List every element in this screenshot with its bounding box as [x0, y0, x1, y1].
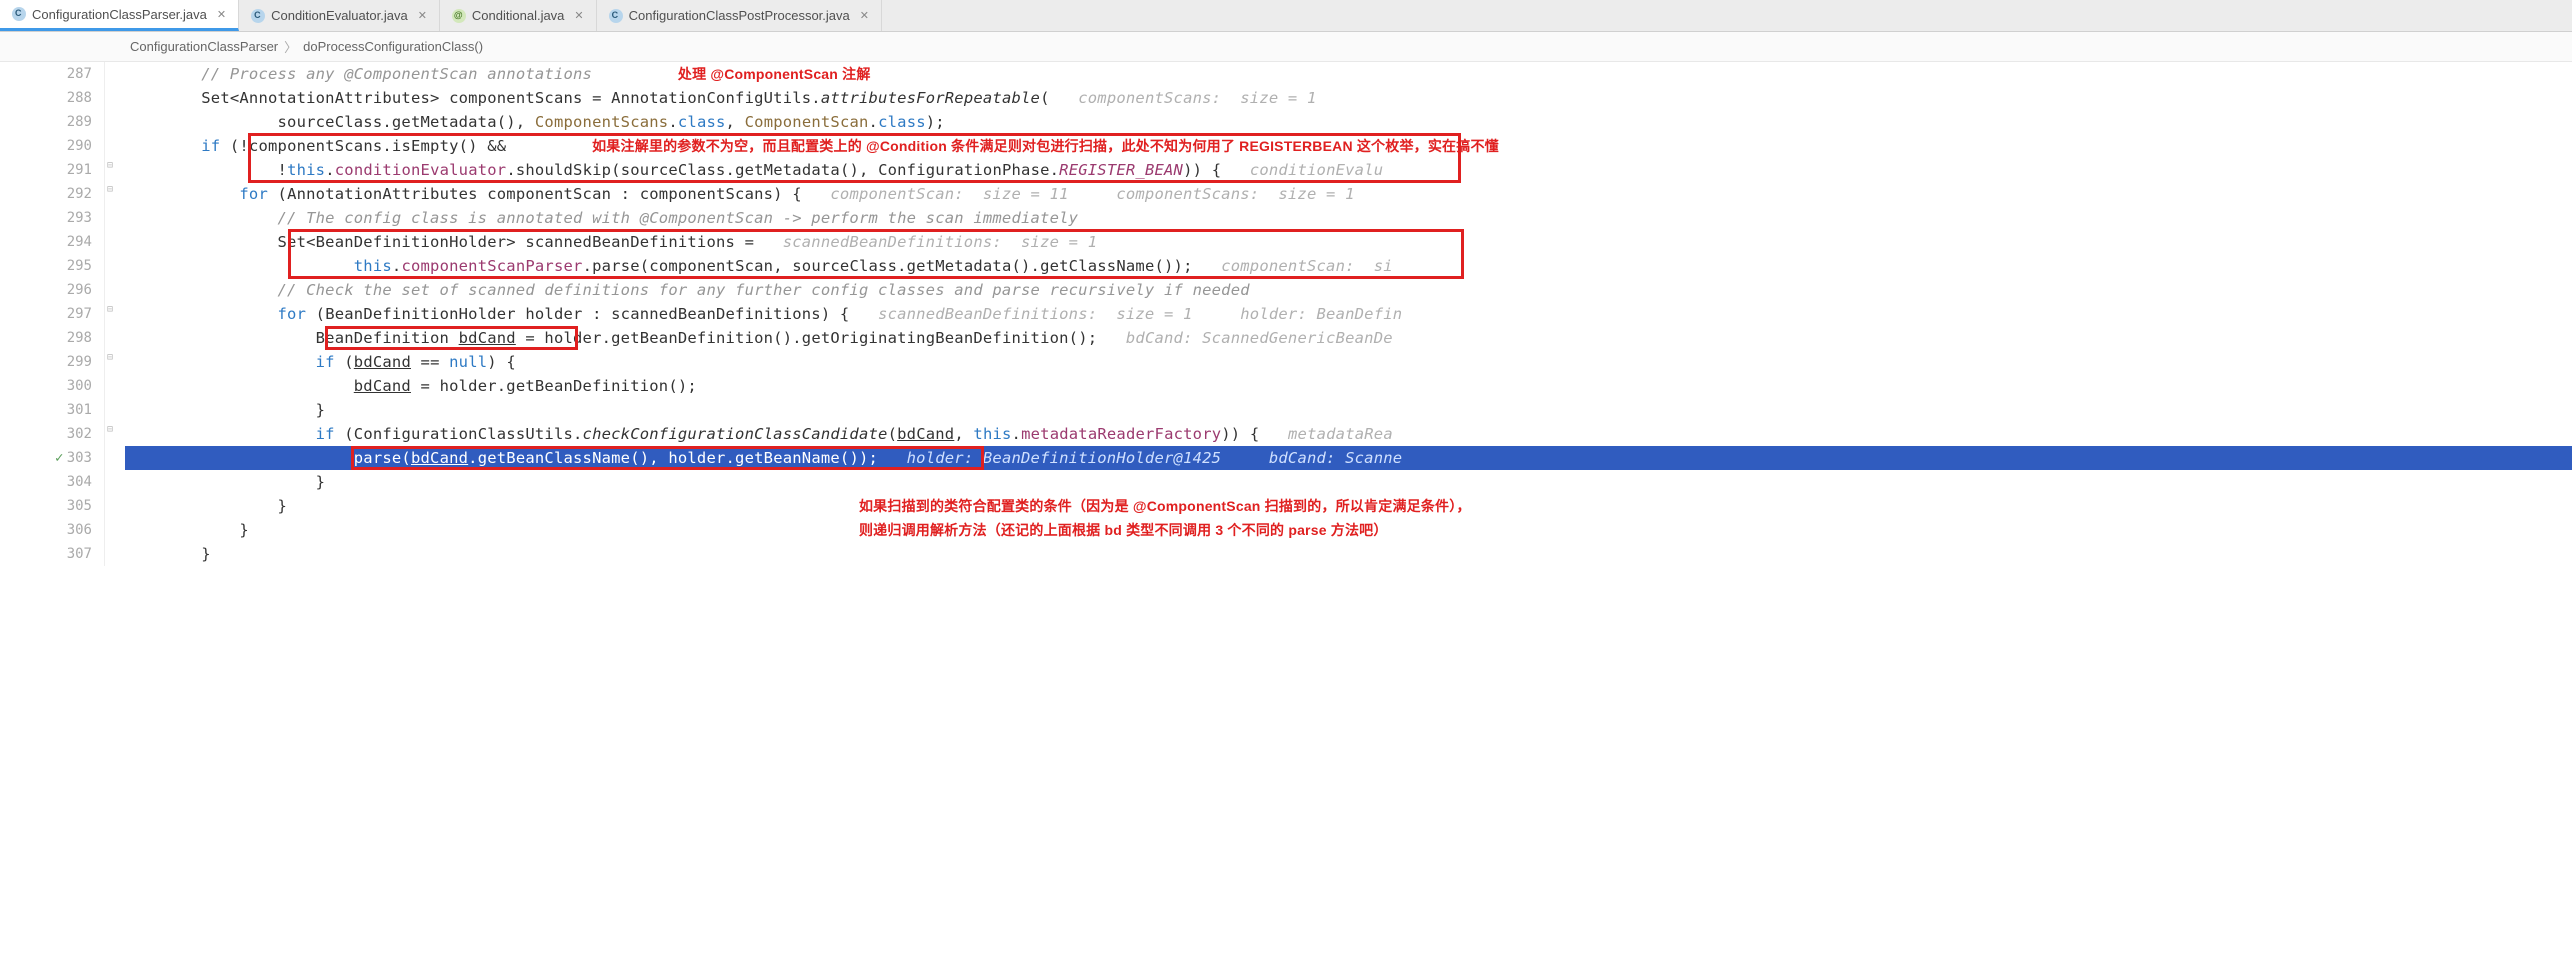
line-number: 305 [0, 494, 92, 518]
line-number: 300 [0, 374, 92, 398]
code-line: Set<BeanDefinitionHolder> scannedBeanDef… [125, 230, 2572, 254]
tab-label: ConfigurationClassPostProcessor.java [629, 8, 850, 23]
code-line: if (ConfigurationClassUtils.checkConfigu… [125, 422, 2572, 446]
line-number: 291 [0, 158, 92, 182]
tab-configuration-class-post-processor[interactable]: ConfigurationClassPostProcessor.java ✕ [597, 0, 882, 31]
line-number: 292 [0, 182, 92, 206]
java-annotation-icon [452, 9, 466, 23]
breadcrumb: ConfigurationClassParser 〉 doProcessConf… [0, 32, 2572, 62]
code-line: } [125, 398, 2572, 422]
code-editor[interactable]: 287 288 289 290 291 292 293 294 295 296 … [0, 62, 2572, 566]
code-line: this.componentScanParser.parse(component… [125, 254, 2572, 278]
tab-condition-evaluator[interactable]: ConditionEvaluator.java ✕ [239, 0, 440, 31]
tab-conditional[interactable]: Conditional.java ✕ [440, 0, 597, 31]
fold-marker-icon[interactable]: ⊟ [107, 352, 113, 363]
line-number: 307 [0, 542, 92, 566]
breadcrumb-class[interactable]: ConfigurationClassParser [130, 39, 278, 54]
code-line: // Process any @ComponentScan annotation… [125, 62, 2572, 86]
fold-marker-icon[interactable]: ⊟ [107, 184, 113, 195]
line-number: 294 [0, 230, 92, 254]
code-line: sourceClass.getMetadata(), ComponentScan… [125, 110, 2572, 134]
line-number: 306 [0, 518, 92, 542]
line-number: 295 [0, 254, 92, 278]
line-number: 296 [0, 278, 92, 302]
line-number: 304 [0, 470, 92, 494]
code-line: if (bdCand == null) { [125, 350, 2572, 374]
line-number: 293 [0, 206, 92, 230]
code-line: } 则递归调用解析方法（还记的上面根据 bd 类型不同调用 3 个不同的 par… [125, 518, 2572, 542]
line-number: 303 [0, 446, 92, 470]
line-number: 287 [0, 62, 92, 86]
line-number-gutter: 287 288 289 290 291 292 293 294 295 296 … [0, 62, 105, 566]
tab-label: ConditionEvaluator.java [271, 8, 408, 23]
code-line-current: parse(bdCand.getBeanClassName(), holder.… [125, 446, 2572, 470]
close-icon[interactable]: ✕ [217, 8, 226, 21]
tab-label: ConfigurationClassParser.java [32, 7, 207, 22]
breadcrumb-method[interactable]: doProcessConfigurationClass() [303, 39, 483, 54]
fold-gutter: ⊟ ⊟ ⊟ ⊟ ⊟ [105, 62, 125, 566]
code-line: for (AnnotationAttributes componentScan … [125, 182, 2572, 206]
code-line: // The config class is annotated with @C… [125, 206, 2572, 230]
close-icon[interactable]: ✕ [418, 9, 427, 22]
code-line: } 如果扫描到的类符合配置类的条件（因为是 @ComponentScan 扫描到… [125, 494, 2572, 518]
code-line: bdCand = holder.getBeanDefinition(); [125, 374, 2572, 398]
fold-marker-icon[interactable]: ⊟ [107, 160, 113, 171]
java-class-icon [12, 7, 26, 21]
close-icon[interactable]: ✕ [860, 9, 869, 22]
code-line: BeanDefinition bdCand = holder.getBeanDe… [125, 326, 2572, 350]
line-number: 299 [0, 350, 92, 374]
code-line: // Check the set of scanned definitions … [125, 278, 2572, 302]
code-line: for (BeanDefinitionHolder holder : scann… [125, 302, 2572, 326]
line-number: 289 [0, 110, 92, 134]
line-number: 298 [0, 326, 92, 350]
code-line: !this.conditionEvaluator.shouldSkip(sour… [125, 158, 2572, 182]
code-line: } [125, 542, 2572, 566]
code-line: Set<AnnotationAttributes> componentScans… [125, 86, 2572, 110]
editor-tabs: ConfigurationClassParser.java ✕ Conditio… [0, 0, 2572, 32]
chevron-right-icon: 〉 [284, 37, 297, 56]
line-number: 290 [0, 134, 92, 158]
line-number: 301 [0, 398, 92, 422]
close-icon[interactable]: ✕ [574, 9, 583, 22]
fold-marker-icon[interactable]: ⊟ [107, 424, 113, 435]
tab-configuration-class-parser[interactable]: ConfigurationClassParser.java ✕ [0, 0, 239, 31]
code-area[interactable]: // Process any @ComponentScan annotation… [125, 62, 2572, 566]
code-line: if (!componentScans.isEmpty() && 如果注解里的参… [125, 134, 2572, 158]
tab-label: Conditional.java [472, 8, 565, 23]
java-class-icon [609, 9, 623, 23]
line-number: 297 [0, 302, 92, 326]
code-line: } [125, 470, 2572, 494]
line-number: 302 [0, 422, 92, 446]
line-number: 288 [0, 86, 92, 110]
fold-marker-icon[interactable]: ⊟ [107, 304, 113, 315]
java-class-icon [251, 9, 265, 23]
